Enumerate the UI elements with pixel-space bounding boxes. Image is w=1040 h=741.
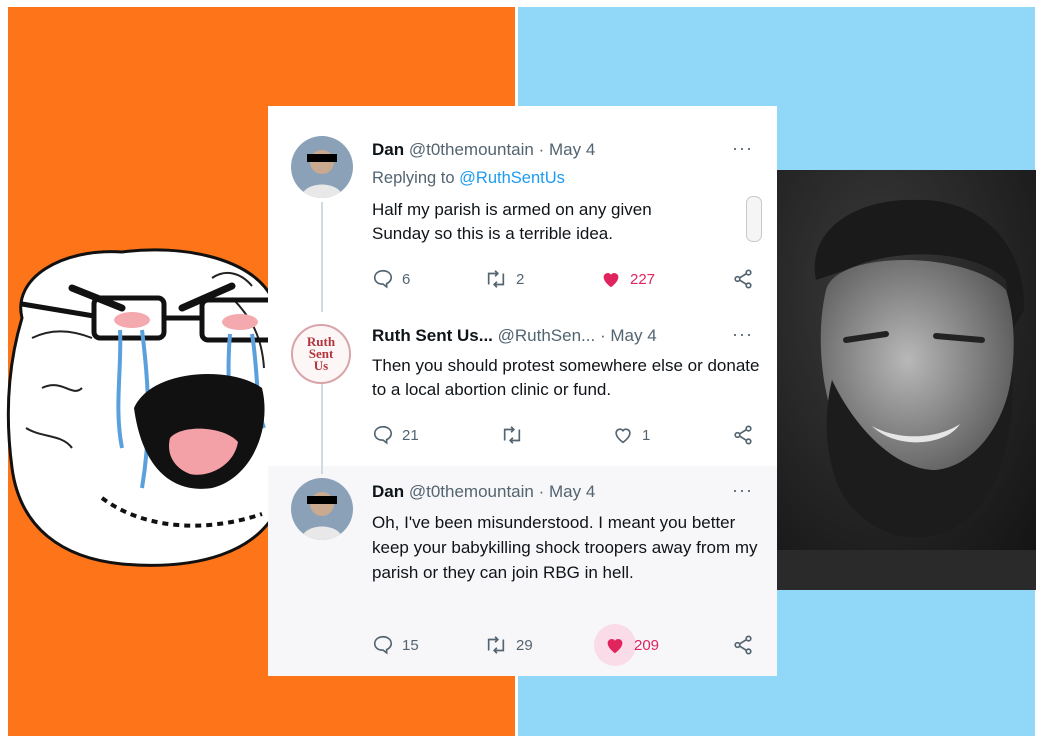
retweet-icon [487,636,505,654]
tweet-date[interactable]: May 4 [549,482,595,501]
reply-button[interactable]: 21 [372,424,419,446]
share-button[interactable] [732,634,754,656]
retweet-button[interactable] [500,424,524,446]
tweet-date[interactable]: May 4 [549,140,595,159]
tweet-date[interactable]: May 4 [610,326,656,345]
like-count: 1 [642,426,651,444]
reply-icon [373,269,393,289]
crying-wojak-image [2,238,294,568]
like-button[interactable]: 227 [600,268,655,290]
retweet-count: 29 [516,636,533,654]
more-options-icon[interactable]: ··· [732,138,753,159]
replying-to-link[interactable]: @RuthSentUs [459,169,565,187]
retweet-icon [503,426,521,444]
retweet-button[interactable]: 2 [484,268,524,290]
thread-line [321,384,323,474]
reply-count: 15 [402,636,419,654]
more-options-icon[interactable]: ··· [732,324,753,345]
ruth-sent-us-logo: Ruth Sent Us [306,334,336,373]
author-name[interactable]: Dan [372,140,404,159]
share-icon [734,425,752,445]
retweet-count: 2 [516,270,525,288]
more-options-icon[interactable]: ··· [732,480,753,501]
separator-dot: · [538,482,545,501]
heart-filled-icon [607,639,623,654]
tweet-thread-card: Dan @t0themountain · May 4 ··· Replying … [268,106,777,676]
reply-button[interactable]: 6 [372,268,410,290]
tweet-header: Ruth Sent Us... @RuthSen... · May 4 [372,326,657,346]
tweet-text: Half my parish is armed on any given Sun… [372,200,652,243]
reply-count: 21 [402,426,419,444]
avatar-dan[interactable] [291,136,353,198]
author-name[interactable]: Dan [372,482,404,501]
like-button[interactable]: 1 [612,424,650,446]
reply-button[interactable]: 15 [372,634,419,656]
author-name[interactable]: Ruth Sent Us... [372,326,493,345]
scrollbar[interactable] [746,196,762,242]
heart-outline-icon [615,428,631,444]
heart-filled-icon [603,273,619,288]
reply-icon [373,635,393,655]
bearded-man-photo [776,170,1036,590]
share-button[interactable] [732,268,754,290]
share-button[interactable] [732,424,754,446]
retweet-icon [487,270,505,288]
like-count: 227 [630,270,656,288]
share-icon [734,269,752,289]
reply-icon [373,425,393,445]
avatar-ruth-sent-us[interactable]: Ruth Sent Us [291,324,351,384]
thread-line [321,202,323,312]
tweet-header: Dan @t0themountain · May 4 [372,482,595,502]
separator-dot: · [538,140,545,159]
like-count: 209 [634,636,660,654]
author-handle[interactable]: @t0themountain [409,140,534,159]
replying-to: Replying to @RuthSentUs [372,169,565,188]
tweet-text: Then you should protest somewhere else o… [372,356,760,399]
tweet-text: Oh, I've been misunderstood. I meant you… [372,513,758,582]
retweet-button[interactable]: 29 [484,634,533,656]
share-icon [734,635,752,655]
replying-to-label: Replying to [372,169,455,187]
reply-count: 6 [402,270,411,288]
separator-dot: · [599,326,606,345]
tweet-header: Dan @t0themountain · May 4 [372,140,595,160]
like-button[interactable]: 209 [604,634,659,656]
author-handle[interactable]: @RuthSen... [498,326,596,345]
avatar-dan[interactable] [291,478,353,540]
author-handle[interactable]: @t0themountain [409,482,534,501]
